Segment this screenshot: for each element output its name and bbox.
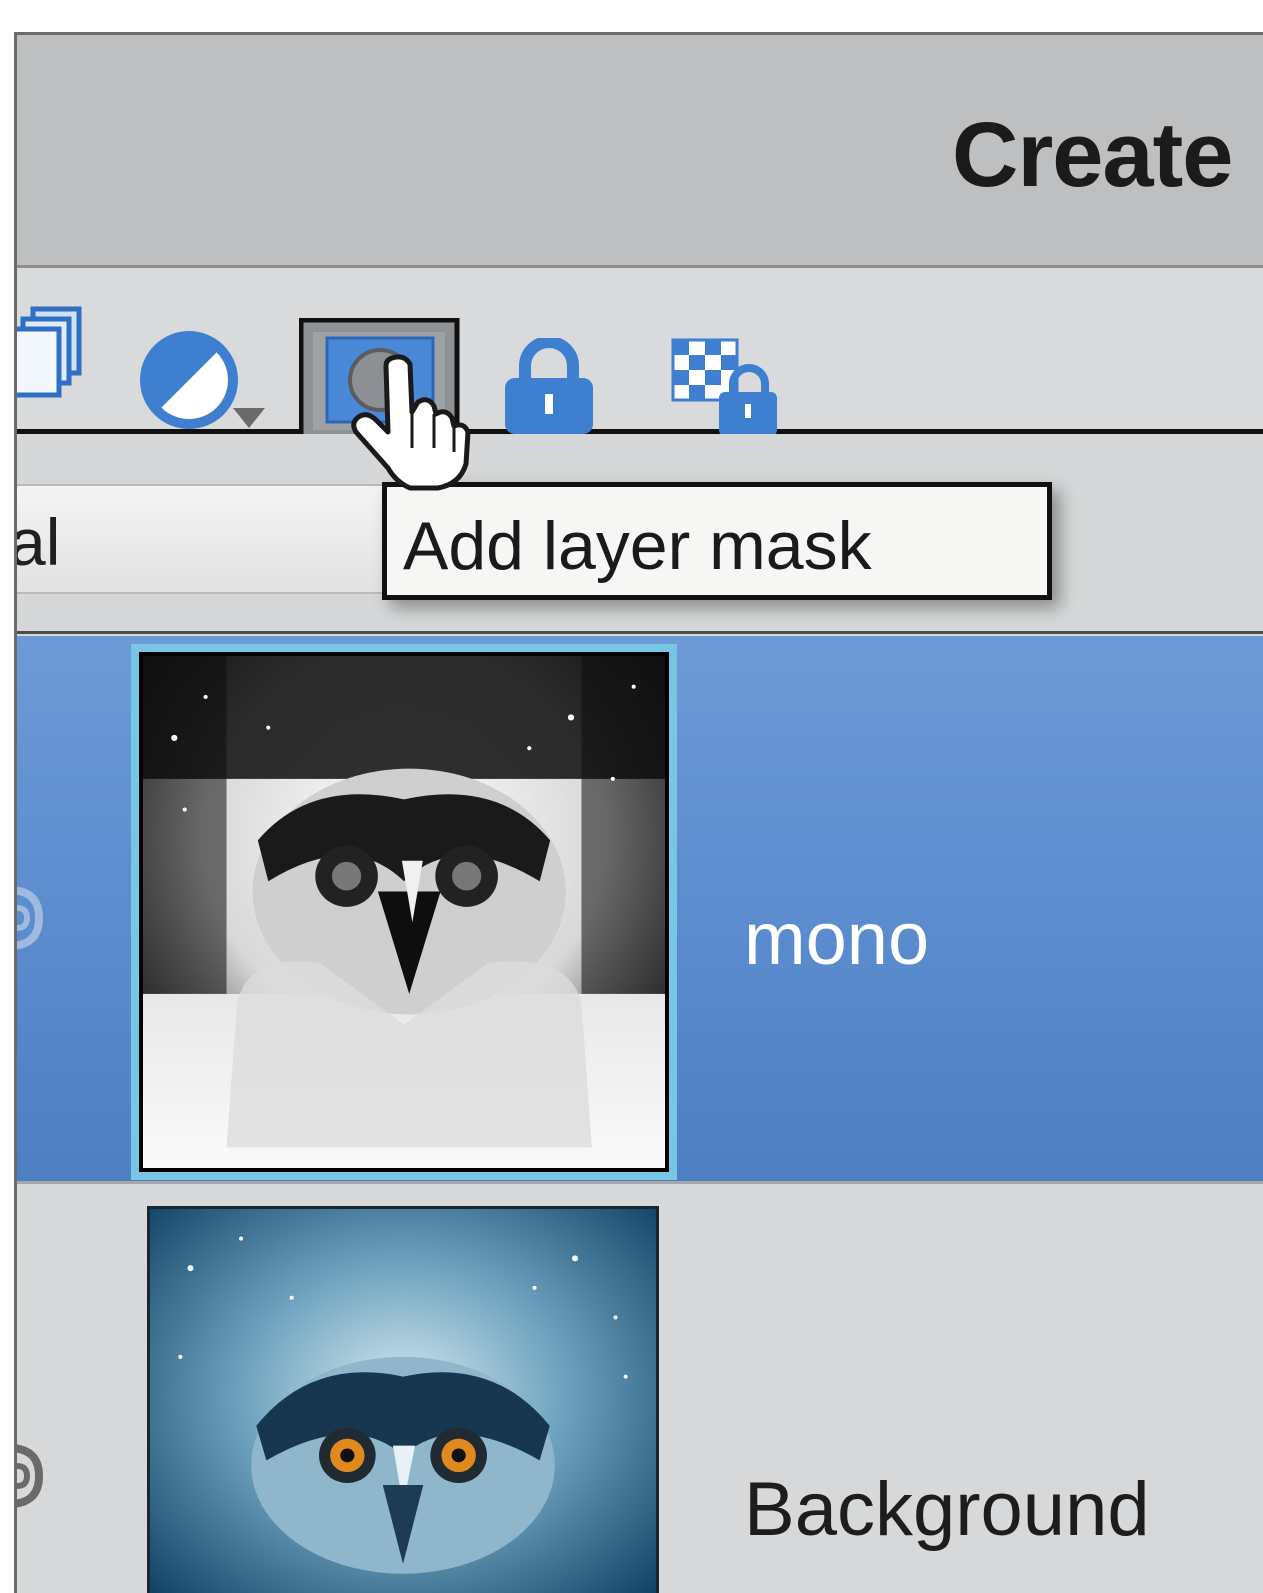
visibility-eye-icon[interactable] <box>17 886 51 950</box>
hand-pointer-cursor-icon <box>348 352 478 497</box>
owl-color-image <box>150 1209 656 1593</box>
stack-layers-icon[interactable] <box>17 303 91 403</box>
layer-thumbnail-background[interactable] <box>147 1206 659 1593</box>
lock-transparency-icon[interactable] <box>669 336 781 440</box>
layer-row-mono[interactable]: mono <box>17 636 1263 1184</box>
header-title: Create <box>952 104 1233 206</box>
tooltip-text: Add layer mask <box>403 508 872 584</box>
layer-name-background[interactable]: Background <box>744 1466 1150 1553</box>
visibility-eye-icon[interactable] <box>17 1444 51 1508</box>
adjustment-layer-icon[interactable] <box>137 328 287 448</box>
owl-mono-image <box>143 656 665 1168</box>
lock-all-icon[interactable] <box>501 338 597 438</box>
layers-panel: Create al mono Background <box>14 32 1263 1593</box>
panel-header: Create <box>17 35 1263 268</box>
layer-thumbnail-mono[interactable] <box>131 644 677 1180</box>
blend-mode-value: al <box>14 505 61 579</box>
layers-toolbar <box>17 268 1263 445</box>
layer-row-background[interactable]: Background <box>17 1184 1263 1593</box>
layer-name-mono[interactable]: mono <box>744 896 929 981</box>
add-layer-mask-tooltip: Add layer mask <box>382 482 1052 600</box>
